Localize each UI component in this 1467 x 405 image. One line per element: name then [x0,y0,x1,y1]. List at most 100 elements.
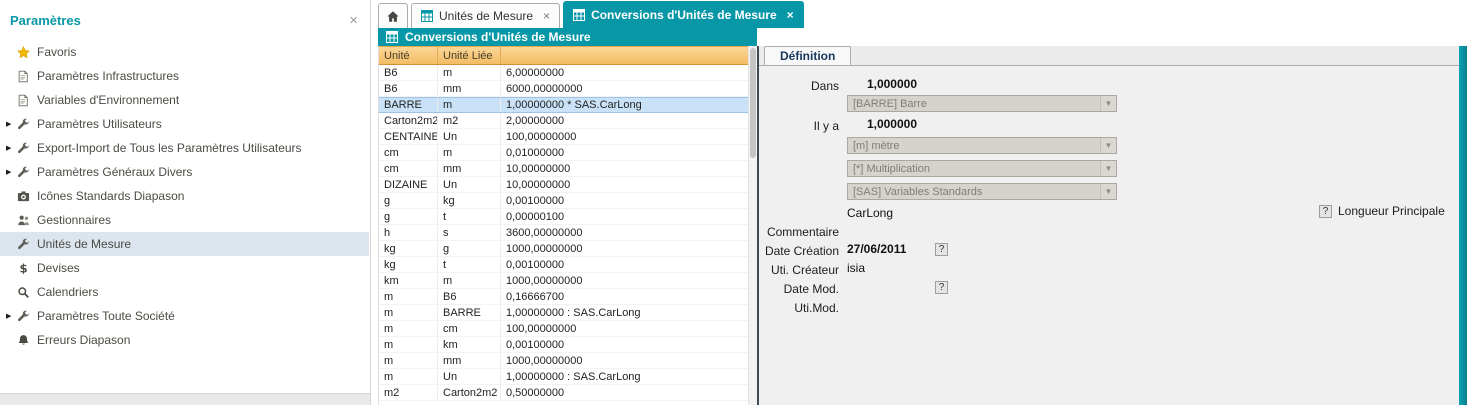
home-icon [386,10,400,23]
cell-value: 10,00000000 [500,177,748,192]
variable-type-select[interactable]: [SAS] Variables Standards ▼ [847,183,1117,200]
expand-arrow-icon[interactable]: ▶ [6,120,17,128]
sidebar-item-unites-de-mesure[interactable]: Unités de Mesure [0,232,369,256]
table-row[interactable]: mkm0,00100000 [379,337,748,353]
sidebar-item-label: Paramètres Généraux Divers [37,165,192,179]
sidebar-item-label: Paramètres Toute Société [37,309,175,323]
table-scrollbar[interactable] [748,46,757,405]
document-icon [17,70,37,83]
star-icon [17,46,37,59]
tab-close-icon[interactable]: × [543,10,550,22]
table-row[interactable]: cmm0,01000000 [379,145,748,161]
column-header-value[interactable] [500,47,748,64]
cell-unite-liee: m [437,145,500,160]
expand-arrow-icon[interactable]: ▶ [6,312,17,320]
table-row[interactable]: mUn1,00000000 : SAS.CarLong [379,369,748,385]
sidebar-item-parametres-generaux-divers[interactable]: ▶ Paramètres Généraux Divers [0,160,369,184]
target-unit-select[interactable]: [m] mètre ▼ [847,137,1117,154]
panel-scrollbar[interactable] [1459,46,1467,405]
il-y-a-value-field[interactable]: 1,000000 [847,117,917,131]
cell-unite: g [379,193,437,208]
sidebar-item-variables-d-environnement[interactable]: Variables d'Environnement [0,88,369,112]
cell-value: 1000,00000000 [500,273,748,288]
table-row[interactable]: cmmm10,00000000 [379,161,748,177]
cell-value: 1000,00000000 [500,353,748,368]
close-icon[interactable]: × [349,13,358,28]
sidebar-item-parametres-utilisateurs[interactable]: ▶Paramètres Utilisateurs [0,112,369,136]
cell-unite-liee: m [437,98,500,112]
chevron-down-icon[interactable]: ▼ [1100,96,1116,111]
table-row[interactable]: hs3600,00000000 [379,225,748,241]
cell-unite-liee: m [437,273,500,288]
date-creation-help-button[interactable]: ? [935,243,948,256]
column-header-unite-liee[interactable]: Unité Liée [437,47,500,64]
cell-unite: m [379,321,437,336]
conversions-table: Unité Unité Liée B6m6,00000000B6mm6000,0… [378,46,748,405]
cell-unite-liee: Un [437,177,500,192]
cell-unite: h [379,225,437,240]
longueur-principale-checkbox[interactable]: ? Longueur Principale [1319,204,1445,218]
tab-close-icon[interactable]: × [787,9,794,21]
dans-value-field[interactable]: 1,000000 [847,77,917,91]
scrollbar-thumb[interactable] [750,48,756,158]
chevron-down-icon[interactable]: ▼ [1100,138,1116,153]
chevron-down-icon[interactable]: ▼ [1100,184,1116,199]
table-row[interactable]: CENTAINEUn100,00000000 [379,129,748,145]
column-header-unite[interactable]: Unité [379,47,437,64]
dans-unit-select[interactable]: [BARRE] Barre ▼ [847,95,1117,112]
table-row[interactable]: B6mm6000,00000000 [379,81,748,97]
table-row[interactable]: DIZAINEUn10,00000000 [379,177,748,193]
cell-unite: Carton2m2 [379,113,437,128]
cell-unite: B6 [379,81,437,96]
tab-definition[interactable]: Définition [764,46,851,65]
table-icon [421,10,433,22]
sidebar-item-favoris[interactable]: Favoris [0,40,369,64]
select-value: [*] Multiplication [853,163,1100,175]
cell-value: 0,00100000 [500,257,748,272]
expand-arrow-icon[interactable]: ▶ [6,144,17,152]
sidebar-item-gestionnaires[interactable]: Gestionnaires [0,208,369,232]
table-row[interactable]: mB60,16666700 [379,289,748,305]
uti-createur-label: Uti. Créateur [759,263,839,277]
chevron-down-icon[interactable]: ▼ [1100,161,1116,176]
operation-select[interactable]: [*] Multiplication ▼ [847,160,1117,177]
table-row[interactable]: mcm100,00000000 [379,321,748,337]
table-row[interactable]: gkg0,00100000 [379,193,748,209]
sidebar-item-erreurs-diapason[interactable]: Erreurs Diapason [0,328,369,352]
sidebar-title: Paramètres [10,13,349,28]
table-edit-icon [386,31,398,43]
sidebar-item-label: Paramètres Infrastructures [37,69,179,83]
table-row[interactable]: mBARRE1,00000000 : SAS.CarLong [379,305,748,321]
date-mod-help-button[interactable]: ? [935,281,948,294]
expand-arrow-icon[interactable]: ▶ [6,168,17,176]
table-row[interactable]: kmm1000,00000000 [379,273,748,289]
cell-unite-liee: t [437,257,500,272]
wrench-icon [17,118,37,131]
sidebar-item-parametres-infrastructures[interactable]: Paramètres Infrastructures [0,64,369,88]
table-row[interactable]: B6m6,00000000 [379,65,748,81]
table-row[interactable]: kgg1000,00000000 [379,241,748,257]
table-row[interactable]: gt0,00000100 [379,209,748,225]
sidebar-item-label: Devises [37,261,80,275]
help-icon[interactable]: ? [1319,205,1332,218]
table-row[interactable]: Carton2m2m22,00000000 [379,113,748,129]
wrench-icon [17,142,37,155]
cell-value: 100,00000000 [500,321,748,336]
table-row[interactable]: m2Carton2m20,50000000 [379,385,748,401]
table-row[interactable]: kgt0,00100000 [379,257,748,273]
search-icon [17,286,37,299]
cell-unite: BARRE [379,98,437,112]
tab-unites-de-mesure[interactable]: Unités de Mesure × [411,3,560,28]
tab-home[interactable] [378,3,408,28]
table-row[interactable]: mmm1000,00000000 [379,353,748,369]
cell-unite: km [379,273,437,288]
table-row[interactable]: BARREm1,00000000 * SAS.CarLong [379,97,748,113]
people-icon [17,214,37,227]
sidebar-item-calendriers[interactable]: Calendriers [0,280,369,304]
sidebar-item-export-import-de-tous-les-parametres-utilisateurs[interactable]: ▶Export-Import de Tous les Paramètres Ut… [0,136,369,160]
sidebar-item-parametres-toute-societe[interactable]: ▶ Paramètres Toute Société [0,304,369,328]
definition-form: Dans 1,000000 [BARRE] Barre ▼ Il y a 1,0… [759,66,1459,405]
tab-conversions-unites[interactable]: Conversions d'Unités de Mesure × [563,1,804,28]
sidebar-item-icones-standards-diapason[interactable]: Icônes Standards Diapason [0,184,369,208]
sidebar-item-devises[interactable]: $Devises [0,256,369,280]
